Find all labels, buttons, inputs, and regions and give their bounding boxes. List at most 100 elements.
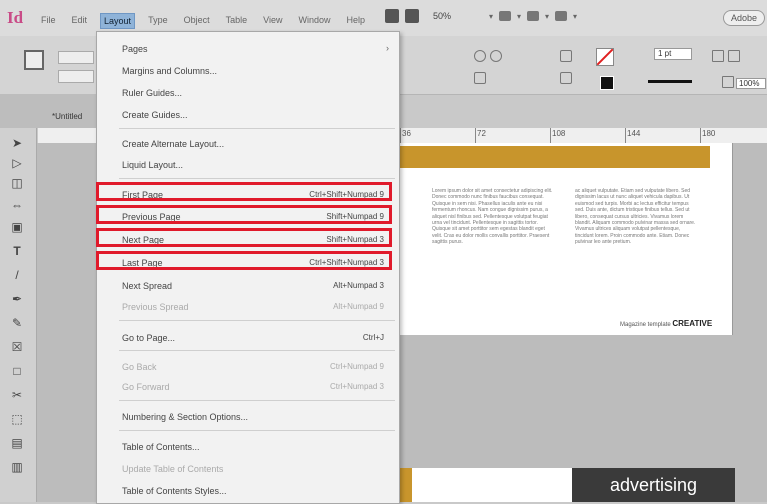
opacity-field[interactable]: 100% xyxy=(736,78,766,89)
menu-window[interactable]: Window xyxy=(295,13,333,29)
menu-item-numbering-section-options[interactable]: Numbering & Section Options... xyxy=(97,408,399,426)
menu-type[interactable]: Type xyxy=(145,13,171,29)
menu-item-label: Create Guides... xyxy=(122,110,188,120)
document-tab-area xyxy=(0,94,96,128)
menu-item-create-alternate-layout[interactable]: Create Alternate Layout... xyxy=(97,135,399,153)
menu-separator xyxy=(119,350,395,351)
menu-table[interactable]: Table xyxy=(223,13,251,29)
screen-mode-icon[interactable] xyxy=(527,11,540,21)
stroke-type-line[interactable] xyxy=(648,80,692,83)
bridge-icon[interactable] xyxy=(385,9,399,23)
pencil-tool-icon[interactable]: ✎ xyxy=(10,316,24,330)
effects-icon[interactable] xyxy=(722,76,734,88)
ruler-tick xyxy=(625,128,626,143)
frame-fitting-icon[interactable] xyxy=(712,50,724,62)
free-transform-tool-icon[interactable]: ⬚ xyxy=(10,412,24,426)
horizontal-ruler[interactable]: 36 72 108 144 180 xyxy=(398,128,767,144)
screen-chevron-down-icon[interactable]: ▾ xyxy=(545,12,549,21)
menu-item-table-of-contents-styles[interactable]: Table of Contents Styles... xyxy=(97,482,399,500)
menu-item-shortcut: Alt+Numpad 3 xyxy=(333,281,384,290)
tools-panel: ➤ ▷ ◫ ⇔ ▣ T / ✒ ✎ ☒ □ ✂ ⬚ ▤ ▥ xyxy=(0,128,37,502)
scale-x-icon[interactable] xyxy=(560,50,572,62)
menu-layout[interactable]: Layout xyxy=(100,13,136,29)
arrange-chevron-down-icon[interactable]: ▾ xyxy=(573,12,577,21)
view-options-icon[interactable] xyxy=(499,11,512,21)
line-tool-icon[interactable]: / xyxy=(10,268,24,282)
submenu-arrow-icon: › xyxy=(386,43,389,53)
menu-items: File Edit Layout Type Object Table View … xyxy=(38,13,368,29)
text-column-2[interactable]: ac aliquet vulputate. Etiam sed vulputat… xyxy=(575,188,699,302)
scale-y-icon[interactable] xyxy=(560,72,572,84)
x-field[interactable] xyxy=(58,51,94,64)
menu-item-margins-and-columns[interactable]: Margins and Columns... xyxy=(97,62,399,80)
stock-icon[interactable] xyxy=(405,9,419,23)
menu-item-previous-spread: Previous Spread Alt+Numpad 9 xyxy=(97,298,399,316)
menu-view[interactable]: View xyxy=(260,13,285,29)
bottom-page-white xyxy=(412,468,572,502)
menu-item-go-forward: Go Forward Ctrl+Numpad 3 xyxy=(97,378,399,396)
content-collector-icon[interactable]: ▣ xyxy=(10,220,24,234)
menu-help[interactable]: Help xyxy=(343,13,368,29)
rotate-icon[interactable] xyxy=(474,50,486,62)
view-chevron-down-icon[interactable]: ▾ xyxy=(517,12,521,21)
menu-item-label: Update Table of Contents xyxy=(122,464,224,474)
bottom-page-gold-strip xyxy=(398,468,412,502)
menu-item-shortcut: Ctrl+J xyxy=(362,333,384,342)
rectangle-frame-tool-icon[interactable]: ☒ xyxy=(10,340,24,354)
reference-point-icon[interactable] xyxy=(24,50,44,70)
gradient-swatch-tool-icon[interactable]: ▤ xyxy=(10,436,24,450)
menu-item-update-table-of-contents: Update Table of Contents xyxy=(97,460,399,478)
menu-edit[interactable]: Edit xyxy=(69,13,91,29)
type-tool-icon[interactable]: T xyxy=(10,244,24,258)
menu-separator xyxy=(119,178,395,179)
indesign-logo: Id xyxy=(7,8,24,27)
text-column-1[interactable]: Lorem ipsum dolor sit amet consectetur a… xyxy=(432,188,556,302)
adobe-account-button[interactable]: Adobe xyxy=(722,10,765,26)
scissors-tool-icon[interactable]: ✂ xyxy=(10,388,24,402)
pen-tool-icon[interactable]: ✒ xyxy=(10,292,24,306)
menu-object[interactable]: Object xyxy=(181,13,213,29)
menu-item-go-back: Go Back Ctrl+Numpad 9 xyxy=(97,358,399,376)
stroke-black-swatch-icon[interactable] xyxy=(600,76,614,90)
direct-selection-tool-icon[interactable]: ▷ xyxy=(10,156,24,170)
advertising-block[interactable]: advertising xyxy=(572,468,735,502)
menu-item-ruler-guides[interactable]: Ruler Guides... xyxy=(97,84,399,102)
page-header-band xyxy=(398,146,710,168)
menu-item-label: Numbering & Section Options... xyxy=(122,412,249,422)
menu-item-label: Previous Spread xyxy=(122,302,189,312)
menu-item-label: Create Alternate Layout... xyxy=(122,139,225,149)
menu-item-label: Margins and Columns... xyxy=(122,66,218,76)
highlight-box-last-page xyxy=(96,251,392,270)
zoom-level[interactable]: 50% xyxy=(433,11,483,21)
ruler-tick xyxy=(550,128,551,143)
highlight-box-first-page xyxy=(96,182,392,201)
menu-item-liquid-layout[interactable]: Liquid Layout... xyxy=(97,156,399,174)
corner-options-icon[interactable] xyxy=(728,50,740,62)
selection-tool-icon[interactable]: ➤ xyxy=(10,136,24,150)
menu-item-create-guides[interactable]: Create Guides... xyxy=(97,106,399,124)
gap-tool-icon[interactable]: ⇔ xyxy=(10,198,24,212)
stroke-weight-field[interactable]: 1 pt xyxy=(654,48,692,60)
zoom-chevron-down-icon[interactable]: ▾ xyxy=(489,12,493,21)
y-field[interactable] xyxy=(58,70,94,83)
document-tab[interactable]: *Untitled xyxy=(52,112,82,121)
ruler-label: 144 xyxy=(627,129,641,138)
menu-item-pages[interactable]: Pages › xyxy=(97,40,399,58)
adobe-button-label: Adobe xyxy=(730,13,757,23)
menu-item-go-to-page[interactable]: Go to Page... Ctrl+J xyxy=(97,329,399,347)
menu-item-shortcut: Ctrl+Numpad 9 xyxy=(329,362,384,371)
menu-item-table-of-contents[interactable]: Table of Contents... xyxy=(97,438,399,456)
rectangle-tool-icon[interactable]: □ xyxy=(10,364,24,378)
flip-icon[interactable] xyxy=(474,72,486,84)
menu-item-label: Go Forward xyxy=(122,382,170,392)
menu-file[interactable]: File xyxy=(38,13,59,29)
menu-item-next-spread[interactable]: Next Spread Alt+Numpad 3 xyxy=(97,277,399,295)
caption-brand: CREATIVE xyxy=(672,319,713,328)
arrange-documents-icon[interactable] xyxy=(555,11,568,21)
ruler-label: 72 xyxy=(477,129,486,138)
note-tool-icon[interactable]: ▥ xyxy=(10,460,24,474)
fill-none-swatch-icon[interactable] xyxy=(596,48,614,66)
shear-icon[interactable] xyxy=(490,50,502,62)
ruler-label: 36 xyxy=(402,129,411,138)
page-tool-icon[interactable]: ◫ xyxy=(10,176,24,190)
